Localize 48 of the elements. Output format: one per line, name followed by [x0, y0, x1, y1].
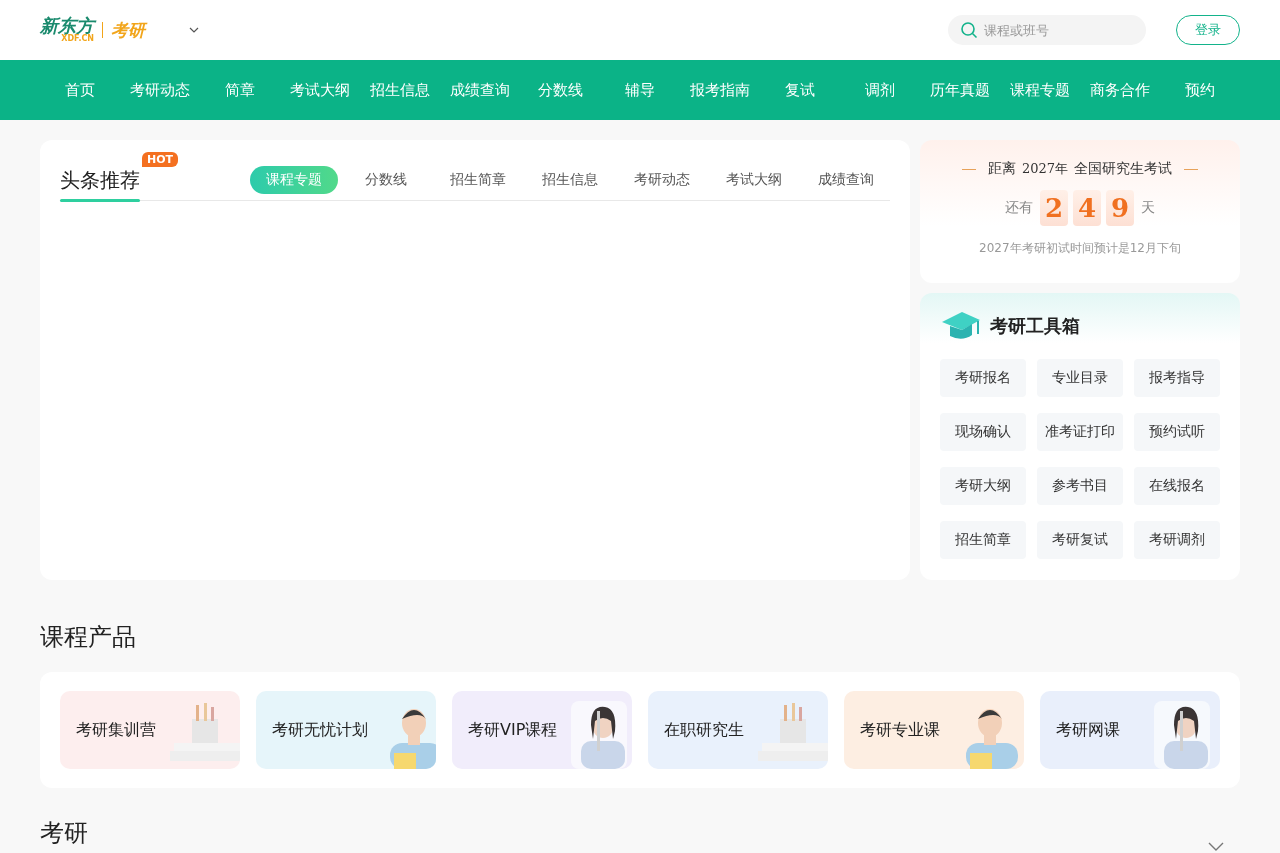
tool-button[interactable]: 现场确认: [940, 413, 1026, 451]
product-label: 考研专业课: [860, 719, 940, 741]
tab[interactable]: 考研动态: [618, 166, 706, 194]
countdown-note: 2027年考研初试时间预计是12月下旬: [979, 240, 1181, 257]
tool-button[interactable]: 参考书目: [1037, 467, 1123, 505]
tool-button[interactable]: 招生简章: [940, 521, 1026, 559]
toolbox-title: 考研工具箱: [990, 314, 1080, 338]
tab[interactable]: 招生信息: [526, 166, 614, 194]
section-title: 课程产品: [40, 622, 137, 653]
section-title: 头条推荐: [60, 166, 140, 194]
countdown-year: 2027年: [1021, 160, 1069, 178]
tool-button[interactable]: 考研报名: [940, 359, 1026, 397]
product-card[interactable]: 考研无忧计划: [256, 691, 436, 769]
countdown-exam: 全国研究生考试: [1074, 160, 1173, 178]
product-label: 考研集训营: [76, 719, 156, 741]
product-card[interactable]: 考研专业课: [844, 691, 1024, 769]
product-card[interactable]: 考研集训营: [60, 691, 240, 769]
chevron-down-icon[interactable]: [1208, 842, 1224, 852]
tool-button[interactable]: 在线报名: [1134, 467, 1220, 505]
product-card[interactable]: 在职研究生: [648, 691, 828, 769]
tool-button[interactable]: 专业目录: [1037, 359, 1123, 397]
tool-button[interactable]: 考研复试: [1037, 521, 1123, 559]
hot-badge: HOT: [142, 152, 179, 167]
caret-icon[interactable]: [189, 27, 199, 33]
countdown-prefix: 距离: [987, 160, 1016, 178]
product-card[interactable]: 考研网课: [1040, 691, 1220, 769]
countdown-label: 还有: [1005, 199, 1033, 217]
logo-domain: XDF.CN: [61, 35, 94, 43]
countdown-unit: 天: [1141, 199, 1155, 217]
countdown-digit: 2: [1040, 190, 1068, 226]
countdown-digit: 9: [1106, 190, 1134, 226]
product-label: 考研VIP课程: [468, 719, 558, 741]
tool-button[interactable]: 预约试听: [1134, 413, 1220, 451]
product-label: 在职研究生: [664, 719, 744, 741]
countdown-digit: 4: [1073, 190, 1101, 226]
tool-button[interactable]: 准考证打印: [1037, 413, 1123, 451]
tab[interactable]: 分数线: [342, 166, 430, 194]
section-title: 考研: [40, 818, 88, 848]
search-field[interactable]: 课程或班号: [948, 15, 1146, 45]
tool-button[interactable]: 考研大纲: [940, 467, 1026, 505]
tab[interactable]: 成绩查询: [802, 166, 890, 194]
tab[interactable]: 考试大纲: [710, 166, 798, 194]
product-card[interactable]: 考研VIP课程: [452, 691, 632, 769]
product-label: 考研网课: [1056, 719, 1120, 741]
tool-button[interactable]: 报考指导: [1134, 359, 1220, 397]
tool-button[interactable]: 考研调剂: [1134, 521, 1220, 559]
product-label: 考研无忧计划: [272, 719, 368, 741]
tab[interactable]: 招生简章: [434, 166, 522, 194]
